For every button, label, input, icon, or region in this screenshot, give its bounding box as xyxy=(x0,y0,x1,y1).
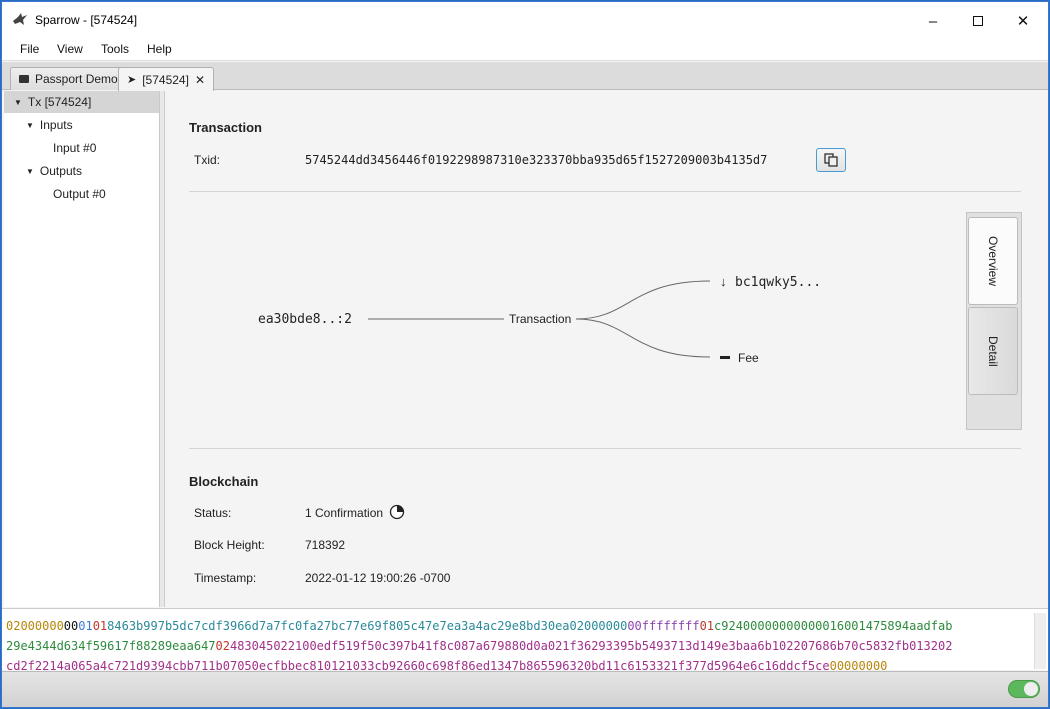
hex-segment: 01 xyxy=(699,619,715,633)
hex-line-3: cd2f2214a065a4c721d9394cbb711b07050ecfbb… xyxy=(6,659,887,670)
app-window: Sparrow - [574524] – ✕ File View Tools H… xyxy=(1,1,1049,708)
hex-segment: 00000000 xyxy=(829,659,888,670)
raw-hex-view[interactable]: 020000000001018463b997b5dc7cdf3966d7a7fc… xyxy=(2,608,1048,670)
hex-segment: 02000000 xyxy=(6,619,64,633)
wallet-icon xyxy=(19,75,29,83)
hex-segment: 01 xyxy=(92,619,108,633)
transaction-diagram: ea30bde8..:2 Transaction ↓ bc1qwky5... ▬… xyxy=(190,211,970,451)
server-connection-toggle[interactable] xyxy=(1008,680,1040,698)
hex-scrollbar[interactable] xyxy=(1034,613,1046,669)
tree-item-inputs[interactable]: ▼ Inputs xyxy=(26,114,73,136)
tree-item-outputs[interactable]: ▼ Outputs xyxy=(26,160,82,182)
timestamp-label: Timestamp: xyxy=(194,571,257,585)
status-label: Status: xyxy=(194,506,232,520)
confirmation-pie-icon xyxy=(389,504,405,520)
hex-line-1: 020000000001018463b997b5dc7cdf3966d7a7fc… xyxy=(6,619,952,633)
timestamp-value: 2022-01-12 19:00:26 -0700 xyxy=(305,571,451,585)
close-icon: ✕ xyxy=(1016,13,1030,30)
fee-icon: ▬ xyxy=(720,351,730,362)
hex-segment: 8463b997b5dc7cdf3966d7a7fc0fa27bc77e69f8… xyxy=(107,619,570,633)
split-pane-divider[interactable] xyxy=(160,91,165,607)
fee-label: Fee xyxy=(738,351,759,365)
expand-triangle-icon: ▼ xyxy=(26,120,34,130)
title-bar: Sparrow - [574524] – ✕ xyxy=(2,2,1048,38)
divider xyxy=(189,448,1021,449)
block-height-value: 718392 xyxy=(305,538,346,552)
input-outpoint[interactable]: ea30bde8..:2 xyxy=(258,312,352,327)
copy-icon xyxy=(824,153,838,167)
txid-label: Txid: xyxy=(194,153,221,167)
transaction-tree: ▼ Tx [574524] ▼ Inputs Input #0 ▼ Output… xyxy=(4,91,160,607)
hex-segment: 00 xyxy=(627,619,642,633)
down-arrow-icon: ↓ xyxy=(720,274,727,289)
hex-segment: 29e4344d634f59617f88289eaa647 xyxy=(6,639,216,653)
hex-segment: 483045022100edf519f50c397b41f8c087a67988… xyxy=(229,639,953,653)
menu-tools[interactable]: Tools xyxy=(101,42,129,56)
window-title: Sparrow - [574524] xyxy=(35,13,138,27)
tree-label: Outputs xyxy=(39,164,82,178)
transaction-node-label: Transaction xyxy=(509,312,572,326)
tree-label: Input #0 xyxy=(53,141,97,155)
hex-segment: ffffffff xyxy=(641,619,700,633)
maximize-button[interactable] xyxy=(955,8,1001,34)
close-window-button[interactable]: ✕ xyxy=(1000,8,1046,34)
hex-segment: 00 xyxy=(63,619,79,633)
tab-passport-demo[interactable]: Passport Demo xyxy=(10,67,127,90)
hex-segment: 1600147589 xyxy=(829,619,902,633)
tree-item-tx[interactable]: ▼ Tx [574524] xyxy=(4,91,159,113)
minimize-button[interactable]: – xyxy=(910,8,956,34)
tab-label: [574524] xyxy=(142,72,189,87)
close-tab-icon[interactable]: ✕ xyxy=(195,73,205,87)
diagram-lines xyxy=(368,280,711,358)
transaction-heading: Transaction xyxy=(189,120,262,135)
copy-txid-button[interactable] xyxy=(816,148,846,172)
tab-overview[interactable]: Overview xyxy=(968,217,1018,305)
hex-segment: c924000000000000 xyxy=(714,619,830,633)
tab-label: Overview xyxy=(986,235,1000,286)
tab-transaction[interactable]: ➤ [574524] ✕ xyxy=(118,67,214,91)
tab-bar: Passport Demo ➤ [574524] ✕ xyxy=(2,62,1048,91)
status-value: 1 Confirmation xyxy=(305,506,384,520)
expand-triangle-icon: ▼ xyxy=(26,166,34,176)
diagram-view-tabs: Overview Detail xyxy=(966,212,1022,430)
send-icon: ➤ xyxy=(127,74,137,86)
maximize-icon xyxy=(973,16,983,26)
minimize-icon: – xyxy=(928,12,938,30)
hex-segment: 01 xyxy=(78,619,93,633)
status-bar xyxy=(2,671,1048,707)
hex-segment: cd2f2214a065a4c721d9394cbb711b07050ecfbb… xyxy=(6,659,830,670)
tree-item-output-0[interactable]: Output #0 xyxy=(53,183,106,205)
hex-segment: 02000000 xyxy=(569,619,628,633)
hex-line-2: 29e4344d634f59617f88289eaa64702483045022… xyxy=(6,639,952,653)
tree-label: Output #0 xyxy=(53,187,106,201)
tab-label: Detail xyxy=(986,335,1000,367)
transaction-detail-pane: Transaction Txid: 5745244dd3456446f01922… xyxy=(166,91,1048,607)
sparrow-logo-icon xyxy=(13,13,27,25)
tab-label: Passport Demo xyxy=(35,72,118,86)
tab-detail[interactable]: Detail xyxy=(968,307,1018,395)
tree-label: Tx [574524] xyxy=(27,95,92,109)
menu-file[interactable]: File xyxy=(20,42,39,56)
menu-bar: File View Tools Help xyxy=(2,38,1048,61)
menu-help[interactable]: Help xyxy=(147,42,172,56)
blockchain-heading: Blockchain xyxy=(189,474,259,489)
expand-triangle-icon: ▼ xyxy=(14,97,22,107)
hex-segment: 02 xyxy=(215,639,230,653)
block-height-label: Block Height: xyxy=(194,538,265,552)
menu-view[interactable]: View xyxy=(57,42,83,56)
divider xyxy=(189,191,1021,192)
hex-segment: 4aadfab xyxy=(901,619,953,633)
tree-label: Inputs xyxy=(39,118,73,132)
txid-value[interactable]: 5745244dd3456446f0192298987310e323370bba… xyxy=(305,153,767,167)
output-address[interactable]: bc1qwky5... xyxy=(735,275,821,290)
tree-item-input-0[interactable]: Input #0 xyxy=(53,137,96,159)
